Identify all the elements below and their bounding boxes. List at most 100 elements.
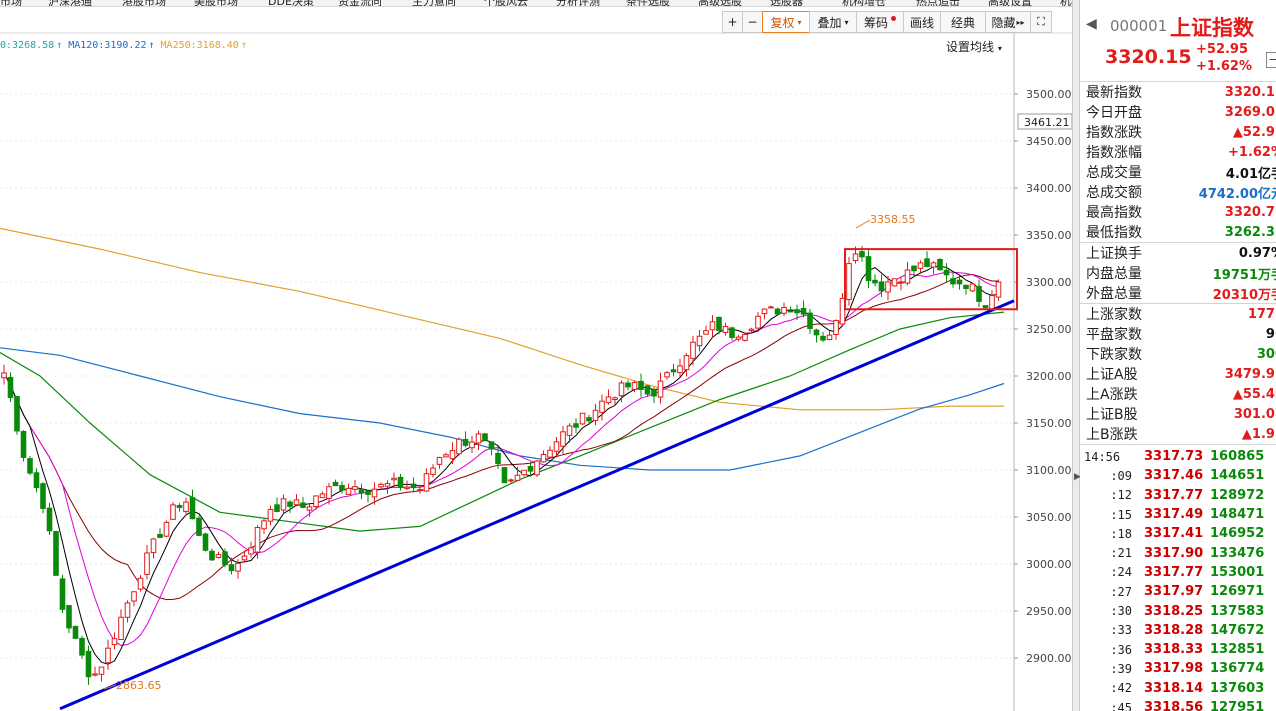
tick-list: 14:56 3317.73 160865:09 3317.46 144651:12 331… — [1080, 445, 1276, 711]
candle-body — [423, 473, 430, 492]
candle-body — [163, 521, 170, 537]
candle-body — [339, 485, 345, 491]
quote-label: 下跌家数 — [1086, 347, 1142, 363]
tick-price: 3317.73 — [1144, 449, 1204, 465]
zoom-out-button[interactable]: − — [742, 11, 763, 33]
tick-row: :36 3318.33 132851 — [1080, 640, 1276, 659]
collapse-button[interactable]: − — [1266, 52, 1276, 68]
candle-body — [794, 309, 800, 314]
quote-label: 平盘家数 — [1086, 327, 1142, 343]
candle-body — [183, 501, 189, 512]
overlay-button[interactable]: 叠加 ▾ — [809, 11, 857, 33]
candle-body — [371, 488, 378, 498]
candle-body — [170, 504, 176, 520]
candle-body — [664, 372, 670, 378]
candle-body — [709, 321, 716, 331]
up-arrow-icon: ↑ — [56, 40, 63, 51]
last-price: 3320.15 — [1105, 46, 1192, 68]
quote-value: +1.62% — [1228, 144, 1276, 160]
tick-price: 3318.14 — [1144, 680, 1204, 696]
quote-row: 上证A股 3479.92 — [1080, 364, 1276, 384]
candle-body — [352, 486, 358, 490]
candle-body — [241, 555, 248, 561]
plot-background — [0, 33, 1014, 711]
tick-time: :24 — [1110, 565, 1132, 580]
candle-body — [579, 412, 586, 425]
quote-row: 最低指数 3262.33 — [1080, 222, 1276, 242]
quote-value: 3320.15 — [1224, 84, 1276, 100]
quote-label: 上A涨跌 — [1086, 387, 1138, 403]
tick-row: :30 3318.25 137583 — [1080, 601, 1276, 620]
candle-body — [7, 376, 14, 399]
back-arrow-icon[interactable]: ◀ — [1086, 16, 1097, 32]
classic-button[interactable]: 经典 — [940, 11, 986, 33]
candle-body — [625, 382, 631, 388]
candle-body — [157, 533, 163, 538]
quote-value: ▲1.91 — [1241, 426, 1276, 442]
draw-line-button[interactable]: 画线 — [903, 11, 941, 33]
candle-body — [261, 520, 267, 530]
candle-body — [963, 284, 969, 290]
candle-body — [300, 502, 306, 508]
tick-row: :45 3318.56 127951 — [1080, 698, 1276, 711]
kline-chart[interactable]: 3500.00 3450.00 3400.00 3350.00 3300.00 3250.… — [0, 0, 1072, 711]
high-annotation-label: 3358.55 — [870, 213, 916, 226]
candle-body — [280, 498, 287, 511]
quote-value: 301.08 — [1233, 406, 1276, 422]
notification-dot-icon — [891, 16, 896, 21]
panel-splitter[interactable]: ▶ — [1072, 0, 1081, 711]
tick-volume: 147672 — [1210, 622, 1265, 638]
candle-body — [131, 591, 137, 602]
candle-body — [124, 602, 131, 618]
y-tick-label: 3000.00 — [1026, 558, 1072, 571]
candle-body — [950, 278, 956, 285]
quote-row: 最高指数 3320.71 — [1080, 202, 1276, 222]
quote-value: 20310万手 — [1212, 287, 1276, 303]
candle-body — [59, 578, 66, 610]
candle-body — [527, 465, 534, 472]
price-change: +52.95 — [1196, 42, 1249, 57]
candle-body — [748, 328, 755, 332]
candle-body — [813, 329, 820, 336]
candle-body — [332, 481, 339, 487]
candle-body — [800, 307, 807, 315]
tick-time: :18 — [1110, 526, 1132, 541]
tick-time: 14:56 — [1084, 449, 1121, 464]
quote-value: 4742.00亿元 — [1198, 186, 1276, 202]
chip-button[interactable]: 筹码 — [856, 11, 904, 33]
candle-body — [14, 396, 20, 432]
ma-legend-value: MA120:3190.22 — [68, 40, 147, 51]
candle-body — [20, 431, 27, 458]
candle-body — [638, 380, 644, 390]
candle-body — [495, 452, 501, 464]
candle-body — [735, 336, 742, 340]
hide-button[interactable]: 隐藏 ▸▸ — [985, 11, 1031, 33]
quote-row: 平盘家数 96 — [1080, 324, 1276, 344]
candle-body — [807, 312, 813, 329]
tick-volume: 153001 — [1210, 564, 1265, 580]
candle-body — [826, 334, 833, 341]
candle-body — [482, 433, 488, 441]
ma-settings-button[interactable]: 设置均线 ▾ — [946, 38, 1002, 55]
quote-row: 上B涨跌 ▲1.91 — [1080, 424, 1276, 444]
candle-body — [274, 504, 280, 512]
candle-body — [540, 453, 547, 463]
candle-body — [969, 283, 976, 292]
candle-body — [508, 479, 514, 482]
candle-body — [443, 454, 449, 458]
quote-row: 总成交量 4.01亿手 — [1080, 162, 1276, 182]
candle-body — [501, 467, 508, 484]
fuquan-button[interactable]: 复权 ▾ — [762, 11, 810, 33]
tick-price: 3318.25 — [1144, 603, 1204, 619]
candle-body — [820, 335, 826, 341]
candle-body — [937, 258, 943, 271]
zoom-in-button[interactable]: + — [722, 11, 743, 33]
tick-volume: 128972 — [1210, 487, 1265, 503]
quote-fields-volume: 上证换手 0.97% 内盘总量 19751万手外盘总量 20310万手 — [1080, 243, 1276, 304]
price-change-pct: +1.62% — [1196, 59, 1252, 74]
tick-price: 3317.90 — [1144, 545, 1204, 561]
quote-panel: ◀ 000001 上证指数 3320.15 +52.95 +1.62% − 最新… — [1080, 0, 1276, 711]
candle-body — [547, 449, 553, 458]
quote-value: 3479.92 — [1224, 366, 1276, 382]
fullscreen-button[interactable]: ⛶ — [1030, 11, 1052, 33]
